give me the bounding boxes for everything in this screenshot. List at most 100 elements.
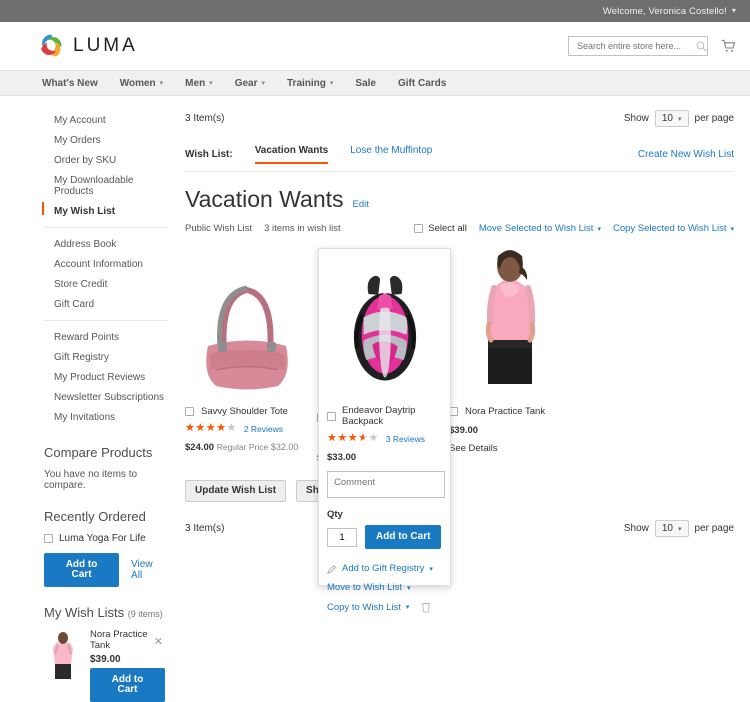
create-new-wish-list-link[interactable]: Create New Wish List (638, 149, 734, 160)
hover-card-last-row: Copy to Wish List ▾ (327, 601, 442, 613)
sidebar-label: My Account (54, 114, 106, 126)
tab-lose-the-muffintop[interactable]: Lose the Muffintop (350, 145, 432, 163)
product-item: Savvy Shoulder Tote ★★★★★ ★★★★★ 2 Review… (185, 246, 317, 464)
limiter-bottom: Show 10 ▾ per page (624, 520, 734, 537)
product-image[interactable] (185, 246, 309, 396)
chevron-down-icon: ▾ (597, 225, 601, 233)
wishlist-item-count: 3 items in wish list (264, 223, 341, 234)
wishlist-mini-price: $39.00 (90, 654, 121, 665)
nav-item-gear[interactable]: Gear ▾ (235, 78, 265, 89)
edit-wishlist-link[interactable]: Edit (353, 199, 369, 210)
logo[interactable]: LUMA (38, 33, 138, 59)
add-to-gift-registry-link[interactable]: Add to Gift Registry ▾ (327, 563, 442, 574)
page-size-select-top[interactable]: 10 ▾ (654, 110, 689, 127)
chevron-down-icon: ▾ (329, 80, 334, 87)
hover-card-product-name[interactable]: Endeavor Daytrip Backpack (342, 405, 442, 427)
my-wish-lists-block: My Wish Lists (9 items) Nora Practice Ta… (44, 605, 175, 702)
update-wish-list-button[interactable]: Update Wish List (185, 480, 287, 502)
qty-input[interactable] (327, 527, 357, 547)
sidebar-label: Address Book (54, 238, 117, 250)
cart-icon[interactable] (720, 38, 736, 54)
select-all-control[interactable]: Select all (414, 223, 467, 234)
chevron-down-icon: ▾ (678, 525, 682, 533)
limiter-top: Show 10 ▾ per page (624, 110, 734, 127)
product-name[interactable]: Nora Practice Tank (465, 406, 545, 417)
product-thumbnail[interactable] (44, 629, 82, 683)
wishlist-mini-add-to-cart-button[interactable]: Add to Cart (90, 668, 165, 702)
product-regular-price: $32.00 (270, 442, 299, 452)
rating-stars-filled: ★★★★★ (327, 433, 365, 444)
product-price-row: $24.00 Regular Price $32.00 (185, 442, 309, 453)
see-details-link[interactable]: See Details (449, 443, 573, 454)
sidebar-item-my-wish-list[interactable]: My Wish List (42, 201, 175, 221)
nav-label: Sale (355, 77, 376, 89)
sidebar-item-downloadable-products[interactable]: My Downloadable Products (44, 170, 175, 201)
show-label-top: Show (623, 113, 649, 124)
sidebar-item-address-book[interactable]: Address Book (44, 234, 175, 254)
nav-item-women[interactable]: Women ▾ (120, 78, 163, 89)
checkbox-icon[interactable] (185, 407, 194, 416)
sidebar-item-reward-points[interactable]: Reward Points (44, 327, 175, 347)
compare-products-block: Compare Products You have no items to co… (44, 445, 175, 491)
sidebar-item-gift-registry[interactable]: Gift Registry (44, 347, 175, 367)
move-to-wish-list-link[interactable]: Move to Wish List ▾ (327, 582, 442, 593)
welcome-message[interactable]: Welcome, Veronica Costello! ▾ (603, 6, 736, 17)
sidebar-label: My Orders (54, 134, 101, 146)
close-icon[interactable]: ✕ (154, 635, 163, 648)
recently-ordered-view-all-link[interactable]: View All (131, 559, 165, 581)
chevron-down-icon: ▾ (261, 80, 265, 87)
nav-item-sale[interactable]: Sale (355, 78, 376, 89)
sidebar-item-store-credit[interactable]: Store Credit (44, 274, 175, 294)
wishlist-tabs-label: Wish List: (185, 148, 233, 160)
recently-ordered-add-to-cart-button[interactable]: Add to Cart (44, 553, 120, 587)
sidebar-item-my-account[interactable]: My Account (44, 110, 175, 130)
add-to-cart-button[interactable]: Add to Cart (365, 525, 442, 549)
page-size-value-bottom: 10 (661, 523, 673, 534)
recently-ordered-item-label: Luma Yoga For Life (59, 533, 146, 544)
copy-to-wish-list-label: Copy to Wish List (327, 601, 401, 613)
sidebar-item-my-orders[interactable]: My Orders (44, 130, 175, 150)
sidebar-item-my-invitations[interactable]: My Invitations (44, 407, 175, 427)
tab-vacation-wants[interactable]: Vacation Wants (254, 145, 328, 164)
product-price: $39.00 (449, 425, 479, 436)
per-page-label-bottom: per page (694, 523, 734, 534)
copy-selected-to-wish-list-link[interactable]: Copy Selected to Wish List ▾ (613, 223, 734, 234)
move-selected-to-wish-list-link[interactable]: Move Selected to Wish List ▾ (479, 223, 601, 234)
copy-to-wish-list-link[interactable]: Copy to Wish List ▾ (327, 602, 409, 613)
hover-card-product-image[interactable] (327, 255, 442, 401)
product-name[interactable]: Savvy Shoulder Tote (201, 406, 288, 417)
checkbox-icon[interactable] (414, 224, 424, 233)
product-image[interactable] (449, 246, 573, 396)
search-box[interactable] (568, 36, 708, 56)
nav-label: Training (287, 77, 326, 89)
comment-textarea[interactable] (327, 471, 445, 498)
trash-icon[interactable] (421, 601, 431, 613)
sidebar-item-order-by-sku[interactable]: Order by SKU (44, 150, 175, 170)
page-size-select-bottom[interactable]: 10 ▾ (654, 520, 689, 537)
site-header: LUMA (0, 22, 750, 70)
product-reviews-link[interactable]: 2 Reviews (244, 424, 283, 434)
product-hover-card: Endeavor Daytrip Backpack ★★★★★ ★★★★★ 3 … (318, 248, 451, 613)
sidebar-item-account-information[interactable]: Account Information (44, 254, 175, 274)
nav-item-training[interactable]: Training ▾ (287, 78, 333, 89)
sidebar-label: Store Credit (54, 278, 108, 290)
nav-item-men[interactable]: Men ▾ (185, 78, 213, 89)
checkbox-icon[interactable] (327, 411, 336, 421)
page-size-value-top: 10 (661, 113, 673, 124)
nav-item-whats-new[interactable]: What's New (42, 78, 98, 89)
chevron-down-icon: ▾ (429, 565, 433, 573)
search-icon[interactable] (696, 41, 707, 52)
sidebar-item-newsletter-subscriptions[interactable]: Newsletter Subscriptions (44, 387, 175, 407)
recently-ordered-item[interactable]: Luma Yoga For Life (44, 533, 165, 544)
search-input[interactable] (575, 40, 696, 52)
logo-text: LUMA (73, 35, 138, 56)
sidebar-item-my-product-reviews[interactable]: My Product Reviews (44, 367, 175, 387)
nav-item-gift-cards[interactable]: Gift Cards (398, 78, 446, 89)
copy-selected-label: Copy Selected to Wish List (612, 223, 727, 234)
sidebar-item-gift-card[interactable]: Gift Card (44, 294, 175, 314)
hover-card-reviews-link[interactable]: 3 Reviews (386, 434, 425, 444)
checkbox-icon[interactable] (44, 534, 53, 543)
page-title-text: Vacation Wants (185, 186, 344, 212)
chevron-down-icon: ▾ (159, 80, 164, 87)
sidebar: My Account My Orders Order by SKU My Dow… (0, 96, 175, 702)
